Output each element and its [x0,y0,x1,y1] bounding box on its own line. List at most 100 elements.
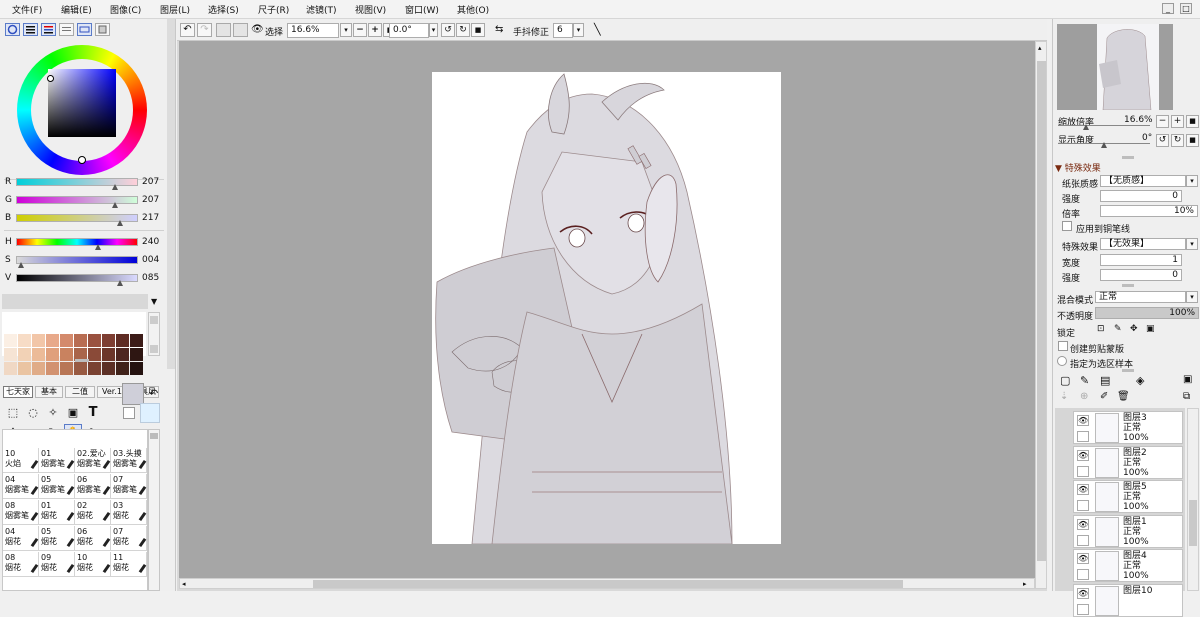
primary-color-swatch[interactable] [122,383,144,405]
menu-edit[interactable]: 编辑(E) [61,3,92,16]
text-tool-icon[interactable]: T [84,404,102,422]
splitter-grip[interactable] [1122,156,1134,159]
v-slider-handle[interactable] [117,280,123,286]
brush-slot[interactable]: 05 烟雾笔 [39,474,75,499]
angle-field[interactable]: 0.0° [389,23,429,38]
layer-row[interactable]: 👁 图层4 正常 100% [1073,549,1183,582]
brush-slot[interactable]: 02.爱心 烟雾笔 [75,448,111,473]
lock-all-icon[interactable]: ▣ [1146,324,1155,334]
minimize-button[interactable]: _ [1162,3,1174,14]
scroll-up-icon[interactable]: ▴ [1038,44,1042,52]
line-mode-icon[interactable]: ╲ [594,23,601,36]
swatch-cell[interactable] [18,348,31,361]
swatch-cell[interactable] [102,334,115,347]
layer-select-checkbox[interactable] [1077,465,1089,477]
swatch-cell[interactable] [32,362,45,375]
selection-source-radio[interactable] [1057,356,1067,366]
maximize-button[interactable]: □ [1180,3,1192,14]
brush-slot[interactable]: 06 烟花 [75,526,111,551]
angle-dropdown-icon[interactable]: ▾ [429,23,438,37]
g-slider-handle[interactable] [112,202,118,208]
layer-select-checkbox[interactable] [1077,534,1089,546]
redo-icon[interactable]: ↷ [197,23,212,37]
select-pen-icon[interactable]: ▣ [64,404,82,422]
navigator-scrollbar[interactable] [1175,24,1185,110]
brush-slot[interactable]: 07 烟雾笔 [111,474,147,499]
swatch-cell[interactable] [88,334,101,347]
splitter-grip[interactable] [75,359,89,362]
hsv-slider-mode-icon[interactable] [41,23,56,36]
layer-row[interactable]: 👁 图层10 [1073,583,1183,617]
brush-slot[interactable]: 03.头摸 烟雾笔 [111,448,147,473]
rect-select-icon[interactable]: ⬚ [4,404,22,422]
scroll-right-icon[interactable]: ▸ [1023,580,1027,588]
brush-slot[interactable]: 04 烟花 [3,526,39,551]
brush-slot[interactable]: 05 烟花 [39,526,75,551]
swatch-cell[interactable] [46,334,59,347]
swatch-cell[interactable] [60,334,73,347]
brush-slot[interactable]: 02 烟花 [75,500,111,525]
nav-rotate-right-button[interactable]: ↻ [1171,134,1184,147]
canvas-v-scroll-thumb[interactable] [1037,61,1046,561]
rotate-reset-button[interactable]: ■ [471,23,485,37]
s-slider[interactable] [16,256,138,264]
paper-strength-field[interactable]: 0 [1100,190,1182,202]
swatch-cell[interactable] [4,334,17,347]
brush-scroll-up[interactable] [150,433,158,439]
brush-slot[interactable]: 11 烟花 [111,552,147,577]
flip-icon[interactable]: ⇆ [495,24,503,35]
clear-layer-icon[interactable]: ✐ [1100,391,1108,402]
layer-row[interactable]: 👁 图层3 正常 100% [1073,411,1183,444]
s-value[interactable]: 004 [142,255,159,265]
stabilizer-field[interactable]: 6 [553,23,573,38]
swatch-mode-icon[interactable] [77,23,92,36]
swatch-cell[interactable] [116,334,129,347]
layer-mask-icon[interactable]: ◈ [1136,374,1144,387]
brush-slot[interactable]: 04 烟雾笔 [3,474,39,499]
blend-mode-dropdown-icon[interactable]: ▾ [1186,291,1198,303]
g-slider[interactable] [16,196,138,204]
menu-view[interactable]: 视图(V) [355,3,386,16]
lock-paint-icon[interactable]: ✎ [1114,324,1122,334]
splitter-grip[interactable] [1122,284,1134,287]
layer-select-checkbox[interactable] [1077,500,1089,511]
swatch-cell[interactable] [88,362,101,375]
rgb-slider-mode-icon[interactable] [23,23,38,36]
brush-slot[interactable]: 09 烟花 [39,552,75,577]
canvas-h-scroll-thumb[interactable] [313,580,903,588]
menu-file[interactable]: 文件(F) [12,3,42,16]
brush-slot[interactable]: 01 烟雾笔 [39,448,75,473]
swatch-cell[interactable] [60,348,73,361]
h-slider[interactable] [16,238,138,246]
scratchpad-mode-icon[interactable] [95,23,110,36]
r-slider-handle[interactable] [112,184,118,190]
brush-slot[interactable]: 08 烟花 [3,552,39,577]
transfer-down-icon[interactable]: ⇣ [1060,391,1068,402]
layer-visibility-icon[interactable]: 👁 [1077,553,1089,564]
swatch-cell[interactable] [116,348,129,361]
layer-visibility-icon[interactable]: 👁 [1077,449,1089,461]
nav-rotate-reset-button[interactable]: ■ [1186,134,1199,147]
nav-rotate-left-button[interactable]: ↺ [1156,134,1169,147]
swatch-cell[interactable] [18,334,31,347]
layer-row[interactable]: 👁 图层1 正常 100% [1073,514,1183,548]
swatch-cell[interactable] [74,334,87,347]
clipping-mask-checkbox[interactable] [1058,341,1068,351]
layer-visibility-icon[interactable]: 👁 [1077,587,1089,599]
effect-dropdown-icon[interactable]: ▾ [1186,238,1198,250]
swatch-cell[interactable] [60,362,73,375]
swatch-cell[interactable] [102,362,115,375]
menu-image[interactable]: 图像(C) [110,3,141,16]
swatch-cell[interactable] [4,362,17,375]
swatch-cell[interactable] [18,362,31,375]
new-layer-icon[interactable]: ▢ [1060,374,1070,387]
brush-slot[interactable]: 01 烟花 [39,500,75,525]
layer-list-scroll-thumb[interactable] [1189,500,1197,546]
zoom-dropdown-icon[interactable]: ▾ [340,23,352,37]
color-wheel-mode-icon[interactable] [5,23,20,36]
scroll-left-icon[interactable]: ◂ [182,580,186,588]
zoom-field[interactable]: 16.6% [287,23,339,38]
delete-layer-icon[interactable]: 🗑 [1117,391,1130,402]
nav-zoom-in-button[interactable]: + [1171,115,1184,128]
swatch-cell[interactable] [130,334,143,347]
